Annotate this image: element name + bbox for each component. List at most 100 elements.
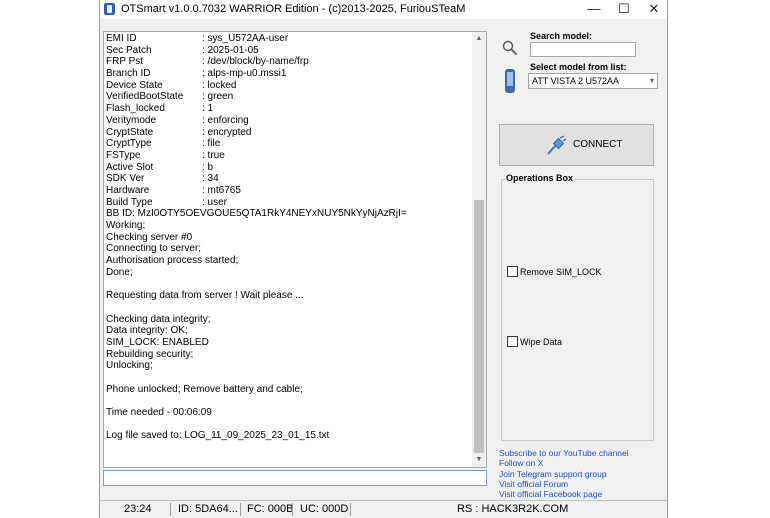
chevron-down-icon: ▾ — [649, 76, 654, 85]
status-bar: 23:24 ID: 5DA64... FC: 000B UC: 000D RS … — [100, 500, 667, 518]
facebook-link[interactable]: Visit official Facebook page — [499, 489, 629, 499]
log-value: : locked — [202, 79, 237, 91]
log-line: SIM_LOCK: ENABLED — [106, 336, 209, 348]
search-model-input[interactable] — [530, 42, 636, 57]
log-line: Rebuilding security; — [106, 348, 194, 360]
log-line: Device State : locked — [106, 80, 472, 92]
log-line: Log file saved to: LOG_11_09_2025_23_01_… — [106, 430, 330, 442]
log-line: Authorisation process started; — [106, 255, 239, 267]
status-separator — [350, 503, 351, 516]
log-key: FSType — [106, 149, 141, 161]
youtube-link[interactable]: Subscribe to our YouTube channel — [499, 448, 629, 458]
log-line: Time needed - 00:06:09 — [106, 407, 212, 418]
telegram-link[interactable]: Join Telegram support group — [499, 469, 629, 479]
checkbox-square[interactable] — [507, 266, 518, 277]
model-select[interactable]: ATT VISTA 2 U572AA ▾ — [528, 73, 658, 89]
log-key: Hardware — [106, 184, 150, 196]
log-key: Branch ID — [106, 68, 151, 80]
log-value: : b — [202, 161, 214, 173]
search-model-label: Search model: — [530, 31, 593, 41]
log-key: Veritymode — [106, 114, 157, 126]
connect-button[interactable]: CONNECT — [499, 124, 654, 166]
connect-label: CONNECT — [573, 139, 623, 150]
remove-sim-lock-checkbox[interactable]: Remove SIM_LOCK — [507, 266, 602, 277]
select-model-label: Select model from list: — [530, 62, 627, 72]
log-line: Unlocking; — [106, 360, 153, 372]
log-value: : 34 — [202, 173, 219, 185]
status-separator — [240, 503, 241, 516]
log-line: Checking data integrity; — [106, 313, 211, 325]
log-value: : file — [202, 138, 221, 150]
log-line: Working; — [106, 220, 146, 231]
operations-box: Operations Box Remove SIM_LOCK Wipe Data — [501, 173, 654, 441]
cable-plug-icon — [547, 135, 567, 155]
command-input[interactable] — [103, 470, 487, 486]
scroll-down-icon[interactable]: ▼ — [472, 453, 486, 467]
log-value: : /dev/block/by-name/frp — [202, 56, 309, 68]
links-list: Subscribe to our YouTube channel Follow … — [499, 448, 629, 499]
log-line: Phone unlocked; Remove battery and cable… — [106, 383, 303, 395]
log-line: Sec Patch: 2025-01-05 — [106, 45, 472, 57]
log-scrollbar[interactable]: ▲ ▼ — [472, 32, 486, 467]
minimize-button[interactable]: — — [581, 0, 607, 19]
log-key: CryptState — [106, 126, 154, 138]
log-lines: EMI ID: sys_U572AA-user Sec Patch: 2025-0… — [106, 33, 472, 442]
x-link[interactable]: Follow on X — [499, 458, 629, 468]
log-line: FSType: true — [106, 150, 472, 162]
status-separator — [292, 503, 293, 516]
log-line: CryptType : file — [106, 138, 472, 150]
log-key: Sec Patch — [106, 44, 152, 56]
log-value: : enforcing — [202, 114, 249, 126]
log-key: VerifiedBootState — [106, 91, 184, 103]
maximize-button[interactable]: ☐ — [611, 0, 637, 19]
status-fc: FC: 000B — [247, 503, 294, 515]
log-key: Device State — [106, 79, 163, 91]
status-time: 23:24 — [124, 503, 152, 515]
scroll-up-icon[interactable]: ▲ — [472, 32, 486, 46]
checkbox-square[interactable] — [507, 336, 518, 347]
log-line: Branch ID : alps-mp-u0.mssi1 — [106, 68, 472, 80]
log-value: : user — [202, 196, 228, 208]
wipe-data-checkbox[interactable]: Wipe Data — [507, 336, 562, 347]
log-line: Done; — [106, 266, 133, 278]
log-line: Active Slot : b — [106, 162, 472, 174]
log-line: Checking server #0 — [106, 231, 193, 243]
log-line: SDK Ver : 34 — [106, 173, 472, 185]
log-output[interactable]: EMI ID: sys_U572AA-user Sec Patch: 2025-0… — [103, 31, 487, 468]
log-key: Active Slot — [106, 161, 154, 173]
close-button[interactable]: ✕ — [641, 0, 667, 19]
log-line: Build Type : user — [106, 197, 472, 209]
log-value: : sys_U572AA-user — [202, 33, 289, 44]
log-key: SDK Ver — [106, 173, 145, 185]
log-line: Data integrity: OK; — [106, 325, 188, 337]
log-line: CryptState : encrypted — [106, 127, 472, 139]
log-key: CryptType — [106, 138, 152, 150]
log-line: FRP Pst: /dev/block/by-name/frp — [106, 56, 472, 68]
log-line: VerifiedBootState : green — [106, 91, 472, 103]
forum-link[interactable]: Visit official Forum — [499, 479, 629, 489]
log-line: BB ID: MzI0OTY5OEVGOUE5QTA1RkY4NEYxNUY5N… — [106, 208, 407, 220]
right-panel: Search model: Select model from list: AT… — [497, 29, 659, 501]
wipe-data-label: Wipe Data — [520, 337, 563, 347]
status-uc: UC: 000D — [300, 503, 349, 515]
status-id: ID: 5DA64... — [178, 503, 238, 515]
log-key: Build Type — [106, 196, 153, 208]
log-line: Connecting to server; — [106, 243, 202, 255]
title-bar[interactable]: OTSmart v1.0.0.7032 WARRIOR Edition - (c… — [100, 0, 667, 19]
log-value: : 1 — [202, 103, 214, 115]
app-window: OTSmart v1.0.0.7032 WARRIOR Edition - (c… — [99, 0, 668, 518]
scroll-thumb[interactable] — [474, 200, 484, 453]
log-value: : mt6765 — [202, 184, 241, 196]
log-value: : alps-mp-u0.mssi1 — [202, 68, 287, 80]
status-separator — [170, 503, 171, 516]
log-line: Requesting data from server ! Wait pleas… — [106, 290, 304, 302]
log-value: : green — [202, 91, 234, 103]
phone-icon — [505, 69, 515, 93]
log-value: : encrypted — [202, 126, 252, 138]
app-logo-icon — [104, 3, 115, 15]
